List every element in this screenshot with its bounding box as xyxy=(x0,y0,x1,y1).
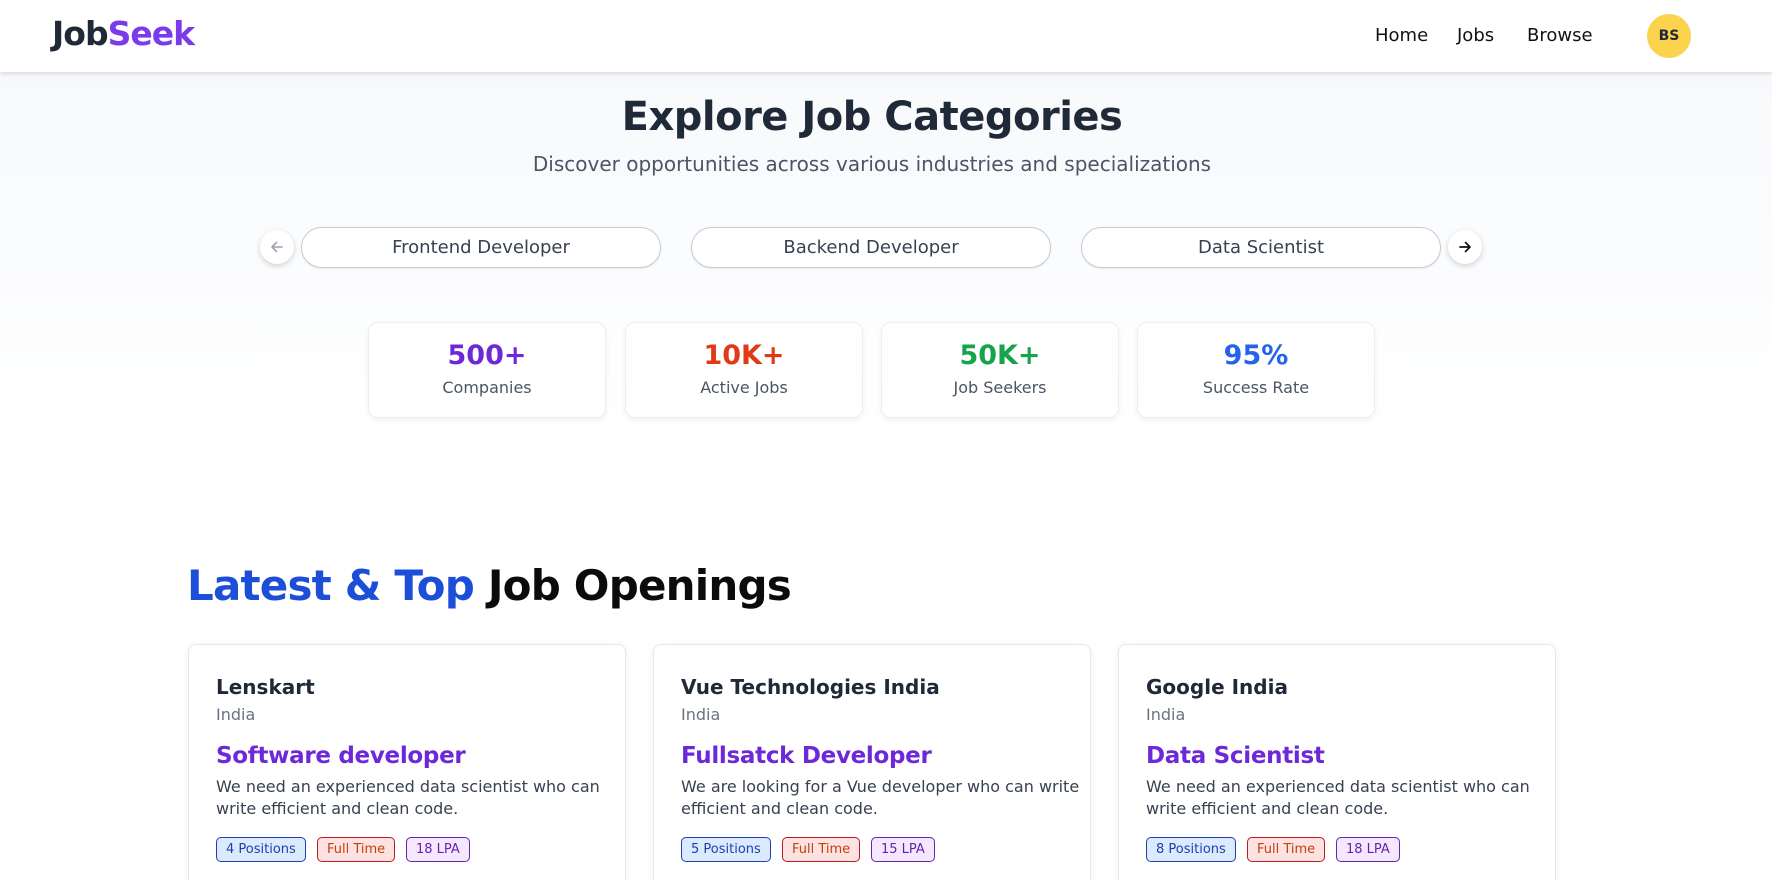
logo-part-seek: Seek xyxy=(107,14,195,53)
stat-value: 500+ xyxy=(447,340,527,371)
stat-value: 10K+ xyxy=(703,340,785,371)
category-data-scientist[interactable]: Data Scientist xyxy=(1081,227,1441,268)
positions-badge: 5 Positions xyxy=(681,837,771,862)
job-description: We are looking for a Vue developer who c… xyxy=(681,777,1080,818)
heading-accent: Latest & Top xyxy=(187,561,475,610)
arrow-left-icon xyxy=(271,241,283,253)
stat-card-job-seekers: 50K+ Job Seekers xyxy=(881,322,1119,418)
job-type-badge: Full Time xyxy=(782,837,861,862)
category-backend-developer[interactable]: Backend Developer xyxy=(691,227,1051,268)
arrow-right-icon xyxy=(1459,241,1471,253)
job-location: India xyxy=(1146,705,1186,724)
job-location: India xyxy=(681,705,721,724)
category-frontend-developer[interactable]: Frontend Developer xyxy=(301,227,661,268)
top-navbar: JobSeek Home Jobs Browse BS xyxy=(0,0,1772,72)
job-card[interactable]: Vue Technologies India India Fullsatck D… xyxy=(653,644,1091,880)
stat-value: 50K+ xyxy=(959,340,1041,371)
salary-badge: 15 LPA xyxy=(871,837,935,862)
nav-jobs-link[interactable]: Jobs xyxy=(1457,24,1494,48)
stat-card-companies: 500+ Companies xyxy=(368,322,606,418)
logo-part-job: Job xyxy=(52,14,109,53)
job-card[interactable]: Lenskart India Software developer We nee… xyxy=(188,644,626,880)
stat-label: Active Jobs xyxy=(700,378,788,397)
hero-subtitle: Discover opportunities across various in… xyxy=(532,152,1212,176)
job-description: We need an experienced data scientist wh… xyxy=(216,777,600,818)
stat-value: 95% xyxy=(1223,340,1289,371)
stat-card-success-rate: 95% Success Rate xyxy=(1137,322,1375,418)
carousel-prev-button[interactable] xyxy=(260,230,294,264)
hero-section: Explore Job Categories Discover opportun… xyxy=(0,72,1772,442)
job-description: We need an experienced data scientist wh… xyxy=(1146,777,1530,818)
job-type-badge: Full Time xyxy=(1247,837,1326,862)
job-title: Software developer xyxy=(216,743,466,769)
job-title: Fullsatck Developer xyxy=(681,743,932,769)
job-type-badge: Full Time xyxy=(317,837,396,862)
nav-home-link[interactable]: Home xyxy=(1375,24,1428,48)
company-name: Vue Technologies India xyxy=(681,675,940,699)
stat-label: Job Seekers xyxy=(953,378,1047,397)
latest-jobs-heading: Latest & Top Job Openings xyxy=(187,558,792,614)
positions-badge: 8 Positions xyxy=(1146,837,1236,862)
job-title: Data Scientist xyxy=(1146,743,1325,769)
nav-browse-link[interactable]: Browse xyxy=(1527,24,1593,48)
logo[interactable]: JobSeek xyxy=(52,12,195,56)
salary-badge: 18 LPA xyxy=(406,837,470,862)
company-name: Lenskart xyxy=(216,675,315,699)
user-avatar[interactable]: BS xyxy=(1647,14,1691,58)
stat-label: Success Rate xyxy=(1202,378,1310,397)
stat-label: Companies xyxy=(442,378,532,397)
carousel-next-button[interactable] xyxy=(1448,230,1482,264)
heading-rest: Job Openings xyxy=(487,561,792,610)
company-name: Google India xyxy=(1146,675,1288,699)
salary-badge: 18 LPA xyxy=(1336,837,1400,862)
hero-title: Explore Job Categories xyxy=(621,94,1123,140)
stat-card-active-jobs: 10K+ Active Jobs xyxy=(625,322,863,418)
positions-badge: 4 Positions xyxy=(216,837,306,862)
job-location: India xyxy=(216,705,256,724)
job-card[interactable]: Google India India Data Scientist We nee… xyxy=(1118,644,1556,880)
